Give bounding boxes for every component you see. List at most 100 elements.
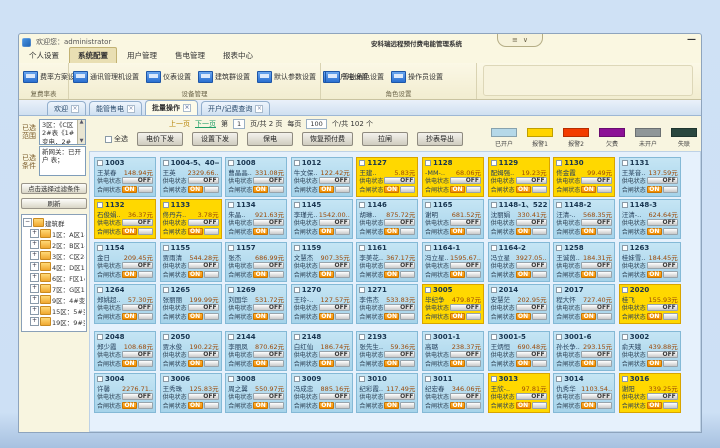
switch-on-toggle[interactable]: ON (122, 402, 137, 409)
card-checkbox[interactable] (425, 287, 431, 293)
card-checkbox[interactable] (294, 376, 300, 382)
switch-on-toggle[interactable]: ON (253, 360, 268, 367)
card-checkbox[interactable] (97, 202, 103, 208)
supply-off-toggle[interactable]: OFF (122, 304, 153, 311)
ribbon-button[interactable]: 营业角色设置 (325, 71, 384, 83)
switch-on-toggle[interactable]: ON (450, 402, 465, 409)
tab-4[interactable]: 开户/记费查询× (201, 101, 270, 115)
card-checkbox[interactable] (425, 376, 431, 382)
card-checkbox[interactable] (425, 334, 431, 340)
supply-off-toggle[interactable]: OFF (581, 177, 612, 184)
menu-item-1[interactable]: 个人设置 (21, 48, 67, 63)
toolbar-button-5[interactable]: 拉闸 (362, 132, 408, 146)
meter-card[interactable]: 1270王玲-..127.57元供电状态OFF合闸状态ON (291, 284, 353, 324)
switch-on-toggle[interactable]: ON (516, 186, 531, 193)
toolbar-button-3[interactable]: 保电 (247, 132, 293, 146)
supply-off-toggle[interactable]: OFF (450, 351, 481, 358)
scroll-down-icon[interactable]: ▼ (80, 139, 84, 144)
switch-on-toggle[interactable]: ON (516, 402, 531, 409)
card-checkbox[interactable] (163, 245, 169, 251)
supply-off-toggle[interactable]: OFF (581, 304, 612, 311)
switch-on-toggle[interactable]: ON (384, 271, 399, 278)
expand-icon[interactable]: + (30, 306, 39, 315)
supply-off-toggle[interactable]: OFF (253, 219, 284, 226)
card-checkbox[interactable] (622, 245, 628, 251)
ribbon-button[interactable]: 通讯管理机设置 (73, 71, 139, 83)
tree-root[interactable]: −建筑群 (23, 217, 85, 228)
card-checkbox[interactable] (425, 245, 431, 251)
close-icon[interactable]: × (183, 104, 191, 112)
supply-off-toggle[interactable]: OFF (319, 351, 350, 358)
switch-on-toggle[interactable]: ON (450, 228, 465, 235)
expand-icon[interactable]: + (30, 240, 39, 249)
meter-card[interactable]: 1129配姆强..19.23元供电状态OFF合闸状态ON (488, 157, 550, 197)
switch-on-toggle[interactable]: ON (581, 228, 596, 235)
supply-off-toggle[interactable]: OFF (450, 393, 481, 400)
tree-item-1[interactable]: +1区：A区1#井 (30, 228, 85, 239)
meter-card[interactable]: 1131王某音..137.59元供电状态OFF合闸状态ON (619, 157, 681, 197)
toolbar-button-1[interactable]: 电价下发 (137, 132, 183, 146)
tree-item-4[interactable]: +4区：D区1#井（D区… (30, 261, 85, 272)
tab-3[interactable]: 批量操作× (145, 100, 198, 115)
expand-icon[interactable]: + (30, 251, 39, 260)
switch-on-toggle[interactable]: ON (581, 360, 596, 367)
supply-off-toggle[interactable]: OFF (647, 219, 678, 226)
selected-condition-listbox[interactable]: 新网关：已开户 表； (39, 146, 86, 176)
meter-card[interactable]: 3009冯成忠885.16元供电状态OFF合闸状态ON (291, 373, 353, 413)
card-checkbox[interactable] (97, 376, 103, 382)
ribbon-button[interactable]: 建筑群设置 (198, 71, 250, 83)
switch-on-toggle[interactable]: ON (384, 186, 399, 193)
meter-card[interactable]: 1128-MM-..68.06元供电状态OFF合闸状态ON (422, 157, 484, 197)
card-checkbox[interactable] (556, 287, 562, 293)
supply-off-toggle[interactable]: OFF (516, 351, 547, 358)
supply-off-toggle[interactable]: OFF (384, 219, 415, 226)
supply-off-toggle[interactable]: OFF (581, 351, 612, 358)
supply-off-toggle[interactable]: OFF (253, 393, 284, 400)
supply-off-toggle[interactable]: OFF (319, 393, 350, 400)
supply-off-toggle[interactable]: OFF (384, 351, 415, 358)
meter-card[interactable]: 1127王建..5.83元供电状态OFF合闸状态ON (356, 157, 418, 197)
card-checkbox[interactable] (228, 202, 234, 208)
switch-on-toggle[interactable]: ON (188, 402, 203, 409)
supply-off-toggle[interactable]: OFF (581, 393, 612, 400)
supply-off-toggle[interactable]: OFF (188, 219, 219, 226)
switch-on-toggle[interactable]: ON (319, 313, 334, 320)
meter-card[interactable]: 2048郑少霞108.68元供电状态OFF合闸状态ON (94, 331, 156, 371)
meter-card[interactable]: 1004-5、40—王英2329.66..供电状态OFF合闸状态ON (160, 157, 222, 197)
meter-card[interactable]: 1264郑姚超..57.30元供电状态OFF合闸状态ON (94, 284, 156, 324)
supply-off-toggle[interactable]: OFF (581, 219, 612, 226)
next-page-link[interactable]: 下一页 (195, 119, 216, 129)
toolbar-button-6[interactable]: 抄表导出 (417, 132, 463, 146)
tree-item-3[interactable]: +3区：C区2#井（1#… (30, 250, 85, 261)
card-checkbox[interactable] (556, 245, 562, 251)
card-checkbox[interactable] (163, 287, 169, 293)
supply-off-toggle[interactable]: OFF (384, 262, 415, 269)
tab-2[interactable]: 能管售电× (89, 101, 142, 115)
meter-card[interactable]: 1154金日209.45元供电状态OFF合闸状态ON (94, 242, 156, 282)
expand-icon[interactable]: + (30, 273, 39, 282)
expand-icon[interactable]: + (30, 295, 39, 304)
card-checkbox[interactable] (294, 245, 300, 251)
select-all-checkbox[interactable] (105, 136, 112, 143)
card-checkbox[interactable] (622, 287, 628, 293)
card-checkbox[interactable] (556, 334, 562, 340)
tree-item-7[interactable]: +9区：4#变电井（4#… (30, 294, 85, 305)
select-all-control[interactable]: 全选 (105, 134, 128, 144)
switch-on-toggle[interactable]: ON (122, 313, 137, 320)
card-checkbox[interactable] (491, 160, 497, 166)
card-checkbox[interactable] (97, 160, 103, 166)
supply-off-toggle[interactable]: OFF (122, 177, 153, 184)
switch-on-toggle[interactable]: ON (647, 186, 662, 193)
meter-card[interactable]: 1148-3汪清-..624.64元供电状态OFF合闸状态ON (619, 199, 681, 239)
meter-card[interactable]: 1148-2汪清-..568.35元供电状态OFF合闸状态ON (553, 199, 615, 239)
card-checkbox[interactable] (491, 287, 497, 293)
per-page-input[interactable]: 100 (306, 119, 326, 129)
switch-on-toggle[interactable]: ON (516, 313, 531, 320)
supply-off-toggle[interactable]: OFF (122, 393, 153, 400)
switch-on-toggle[interactable]: ON (122, 271, 137, 278)
switch-on-toggle[interactable]: ON (581, 271, 596, 278)
supply-off-toggle[interactable]: OFF (253, 262, 284, 269)
meter-card[interactable]: 3002俞天娥439.88元供电状态OFF合闸状态ON (619, 331, 681, 371)
switch-on-toggle[interactable]: ON (253, 271, 268, 278)
meter-card[interactable]: 1132石俊娟..36.37元供电状态OFF合闸状态ON (94, 199, 156, 239)
